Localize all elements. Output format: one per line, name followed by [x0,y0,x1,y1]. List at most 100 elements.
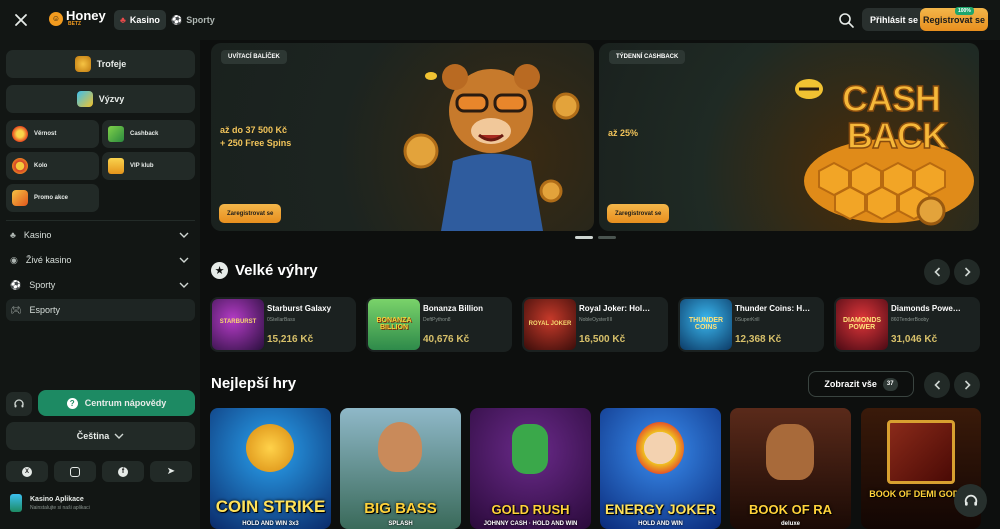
live-icon: ◉ [10,254,18,265]
logo-text: Honey [66,8,106,23]
game-tile[interactable]: BOOK OF RA deluxe [730,408,851,529]
big-wins-prev-button[interactable] [924,259,950,285]
chevron-left-icon [933,380,940,390]
win-amount: 40,676 Kč [423,334,470,345]
game-subtitle: HOLD AND WIN [638,521,683,527]
sidebar-item-label: Kolo [34,163,48,169]
big-wins-next-button[interactable] [954,259,980,285]
section-title-label: Velké výhry [235,262,318,279]
x-icon: X [22,466,32,477]
register-bonus-badge: 100% [955,7,974,15]
instagram-button[interactable] [54,461,96,482]
top-games-prev-button[interactable] [924,372,950,398]
carousel-dot-active[interactable] [575,236,593,239]
win-username: NobleOysterIIII [579,317,613,323]
star-icon: ★ [211,262,228,279]
sidebar-divider [6,220,195,221]
top-games-next-button[interactable] [954,372,980,398]
live-support-button[interactable] [954,484,987,517]
language-select[interactable]: Čeština [6,422,195,450]
sidebar-item-label: Promo akce [34,195,69,201]
support-chat-button[interactable] [6,392,32,416]
sidebar-item-loyalty[interactable]: Věrnost [6,120,99,148]
instagram-icon [70,466,80,477]
help-center-button[interactable]: ? Centrum nápovědy [38,390,195,416]
chevron-right-icon [964,267,971,277]
game-thumbnail: ROYAL JOKER [524,299,576,350]
sidebar-section-kasino[interactable]: ♣ Kasino [6,224,195,246]
games-count-badge: 37 [882,377,898,391]
sidebar-item-trophies[interactable]: Trofeje [6,50,195,78]
game-tile[interactable]: ENERGY JOKER HOLD AND WIN [600,408,721,529]
game-subtitle: deluxe [780,521,800,527]
x-twitter-button[interactable]: X [6,461,48,482]
carousel-dot[interactable] [598,236,616,239]
big-win-card[interactable]: THUNDER COINS Thunder Coins: H… 0SuperKr… [678,297,824,352]
big-win-card[interactable]: ROYAL JOKER Royal Joker: Hol… NobleOyste… [522,297,668,352]
sidebar-section-live-casino[interactable]: ◉ Živé kasino [6,249,195,271]
show-all-label: Zobrazit vše [824,379,877,389]
sidebar-section-sports[interactable]: ⚽ Sporty [6,274,195,296]
cactus-image [512,424,548,474]
win-username: 0SuperKrill [735,317,760,323]
game-tile[interactable]: GOLD RUSH JOHNNY CASH · HOLD AND WIN [470,408,591,529]
game-subtitle: JOHNNY CASH · HOLD AND WIN [483,521,578,527]
big-win-card[interactable]: STARBURST Starburst Galaxy 0StellarBass … [210,297,356,352]
thumbnail-label: BONANZA BILLION [376,317,412,331]
section-title-label: Nejlepší hry [211,375,297,392]
facebook-button[interactable]: f [102,461,144,482]
headset-icon [964,494,977,506]
crown-icon [108,158,124,174]
promo-register-button[interactable]: Zaregistrovat se [607,204,670,223]
show-all-button[interactable]: Zobrazit vše 37 [808,371,914,397]
game-thumbnail: DIAMONDS POWER [836,299,888,350]
tab-label: Sporty [186,15,215,25]
fisherman-image [378,422,422,472]
promo-register-button[interactable]: Zaregistrovat se [219,204,282,223]
sidebar-item-cashback[interactable]: Cashback [102,120,195,148]
game-tile[interactable]: BIG BASS SPLASH [340,408,461,529]
tab-sporty[interactable]: ⚽ Sporty [165,10,221,30]
help-center-label: Centrum nápovědy [84,398,167,408]
sidebar-item-label: Věrnost [34,131,57,137]
win-username: 0StellarBass [267,317,296,323]
game-subtitle: SPLASH [388,521,413,527]
telegram-button[interactable]: ➤ [150,461,192,482]
cherry-icon: ♣ [120,15,126,25]
logo-mark-icon: ☺ [49,11,63,26]
telegram-icon: ➤ [166,466,176,477]
app-install-banner[interactable]: Kasino Aplikace Nainstalujte si naši apl… [6,490,195,516]
game-title: GOLD RUSH [491,502,570,517]
chevron-down-icon [179,232,189,238]
search-icon[interactable] [837,11,855,29]
sidebar-item-challenges[interactable]: Výzvy [6,85,195,113]
tab-kasino[interactable]: ♣ Kasino [114,10,166,30]
sidebar-item-promo[interactable]: Promo akce [6,184,99,212]
win-amount: 15,216 Kč [267,334,314,345]
chevron-left-icon [933,267,940,277]
sidebar-item-label: VIP klub [130,163,154,169]
big-win-card[interactable]: BONANZA BILLION Bonanza Billion DeftPyth… [366,297,512,352]
sidebar-item-vip[interactable]: VIP klub [102,152,195,180]
big-win-card[interactable]: DIAMONDS POWER Diamonds Powe… 860TenderB… [834,297,980,352]
ball-icon: ⚽ [10,279,22,290]
sidebar-item-label: Cashback [130,131,159,137]
chevron-down-icon [114,433,124,439]
register-button[interactable]: Registrovat se [920,8,988,31]
wheel-icon [12,158,28,174]
sidebar-item-wheel[interactable]: Kolo [6,152,99,180]
sidebar-section-esports[interactable]: 🎮︎ Esporty [6,299,195,321]
facebook-icon: f [118,466,128,477]
thumbnail-label: STARBURST [219,319,257,325]
win-game-name: Diamonds Powe… [891,304,961,313]
promo-amount: až 25% [608,128,639,138]
login-button[interactable]: Přihlásit se [862,8,927,31]
close-icon[interactable] [12,11,30,29]
logo[interactable]: ☺ Honey BETZ [49,8,106,27]
cashback-art-text-1: CASH [841,77,942,120]
promo-banner-welcome[interactable]: UVÍTACÍ BALÍČEK až do 37 500 Kč + 250 Fr… [211,43,594,231]
promo-banner-cashback[interactable]: TÝDENNÍ CASHBACK až 25% CASH BACK Zaregi… [599,43,979,231]
game-tile[interactable]: COIN STRIKE HOLD AND WIN 3x3 [210,408,331,529]
sidebar: Trofeje Výzvy Věrnost Cashback Kolo VIP … [0,40,200,529]
game-title: BOOK OF RA [748,502,833,517]
